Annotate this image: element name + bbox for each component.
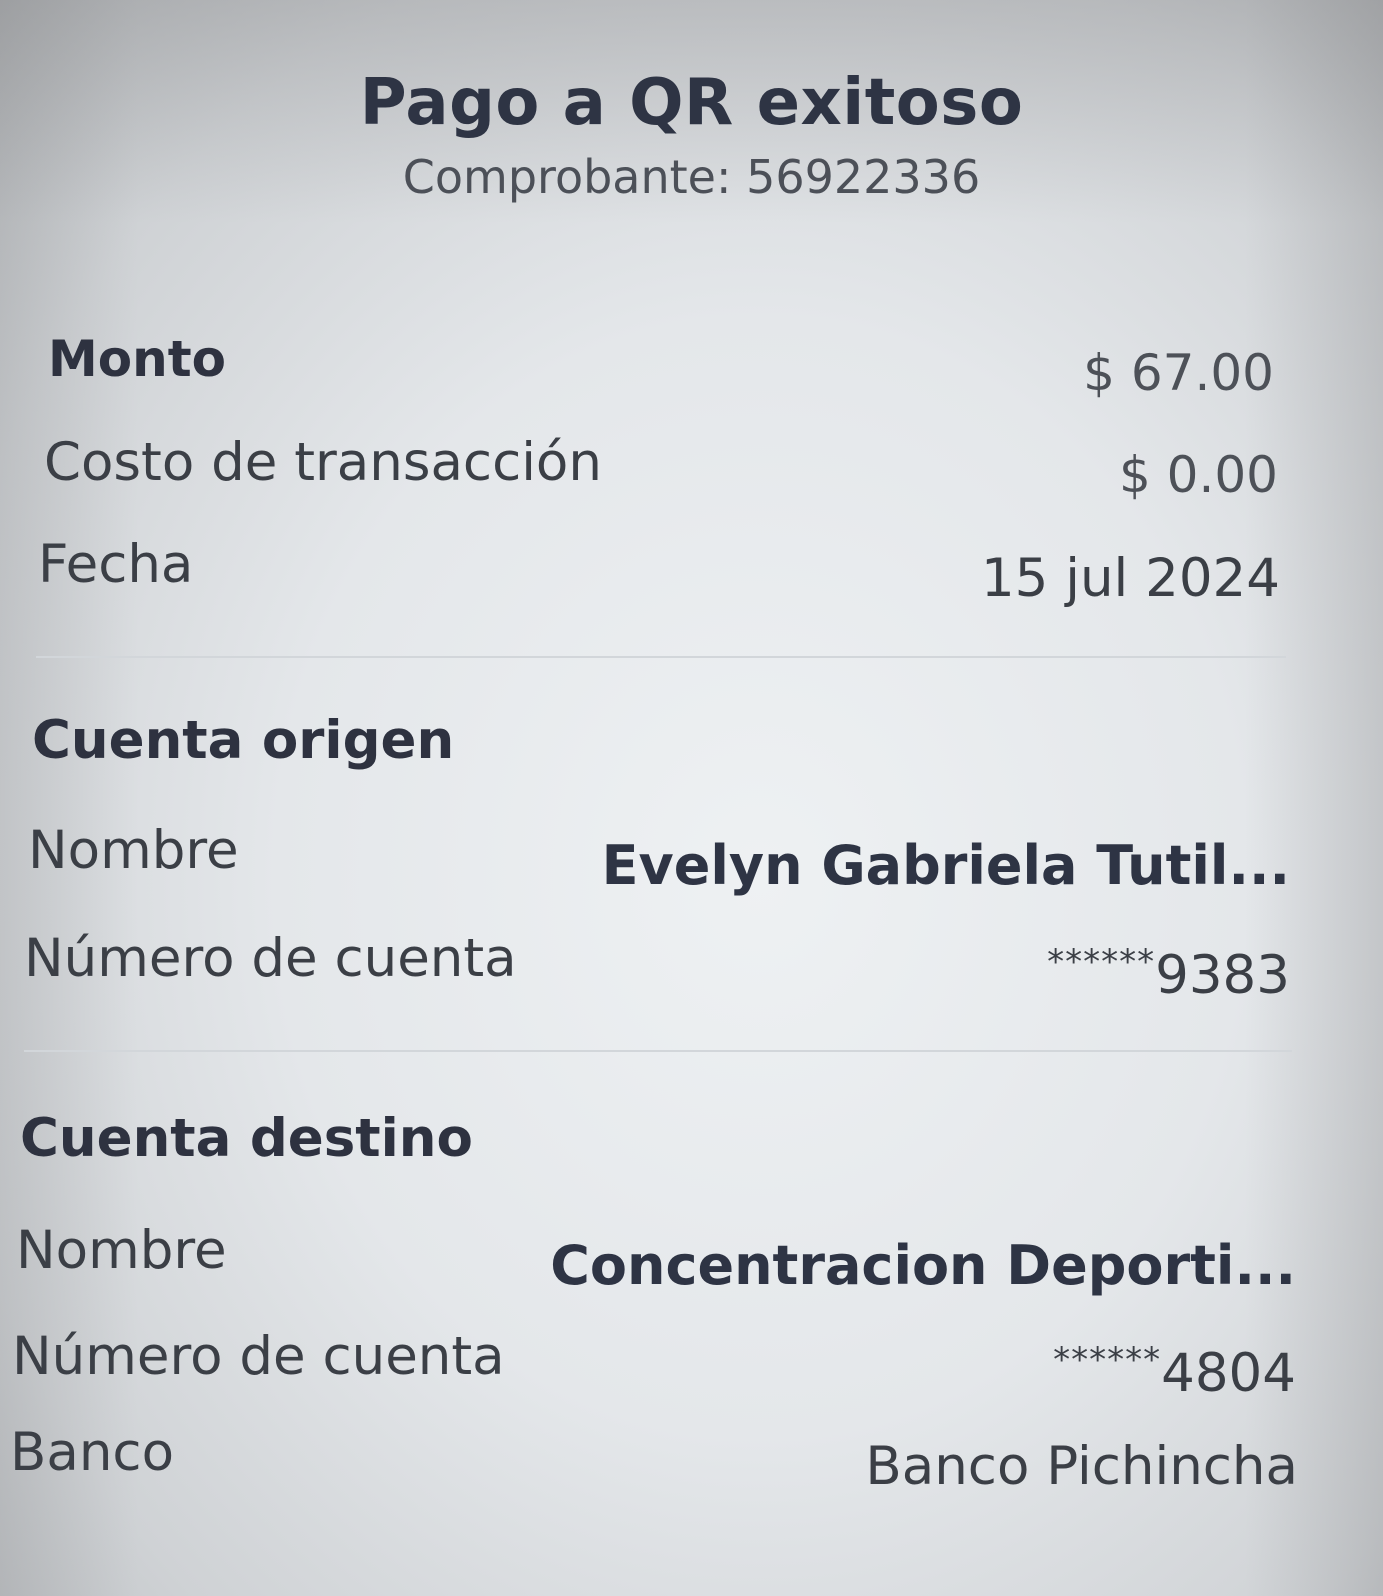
source-account-heading: Cuenta origen [32, 710, 455, 771]
account-mask: ****** [1053, 1340, 1162, 1380]
destination-account-heading: Cuenta destino [20, 1108, 473, 1169]
source-name-label: Nombre [28, 820, 239, 881]
source-account-label: Número de cuenta [24, 928, 517, 989]
date-value: 15 jul 2024 [980, 548, 1280, 609]
account-last-digits: 9383 [1155, 945, 1290, 1006]
amount-value: $ 67.00 [1083, 344, 1274, 402]
divider [24, 1050, 1292, 1052]
source-account-row: Número de cuenta ******9383 [24, 920, 1290, 1006]
receipt-number: Comprobante: 56922336 [402, 150, 981, 205]
bank-label: Banco [10, 1422, 174, 1483]
source-name-row: Nombre Evelyn Gabriela Tutil... [28, 812, 1290, 897]
divider [36, 656, 1286, 658]
fee-value: $ 0.00 [1118, 446, 1278, 504]
amount-label: Monto [48, 330, 226, 388]
account-last-digits: 4804 [1161, 1343, 1296, 1404]
destination-account-row: Número de cuenta ******4804 [12, 1318, 1296, 1404]
account-mask: ****** [1047, 942, 1156, 982]
destination-name-value: Concentracion Deporti... [550, 1234, 1296, 1297]
destination-account-label: Número de cuenta [12, 1326, 505, 1387]
amount-row: Monto $ 67.00 [48, 322, 1274, 402]
bank-value: Banco Pichincha [865, 1436, 1298, 1497]
receipt-header: Pago a QR exitoso Comprobante: 56922336 [0, 68, 1383, 203]
page-title: Pago a QR exitoso [359, 66, 1024, 140]
fee-label: Costo de transacción [44, 432, 602, 493]
bank-row: Banco Banco Pichincha [10, 1414, 1298, 1497]
destination-name-row: Nombre Concentracion Deporti... [16, 1212, 1296, 1297]
destination-account-value: ******4804 [1053, 1340, 1296, 1404]
fee-row: Costo de transacción $ 0.00 [44, 424, 1278, 504]
date-row: Fecha 15 jul 2024 [38, 526, 1280, 609]
source-name-value: Evelyn Gabriela Tutil... [601, 834, 1290, 897]
date-label: Fecha [38, 534, 194, 595]
destination-name-label: Nombre [16, 1220, 227, 1281]
source-account-value: ******9383 [1047, 942, 1290, 1006]
